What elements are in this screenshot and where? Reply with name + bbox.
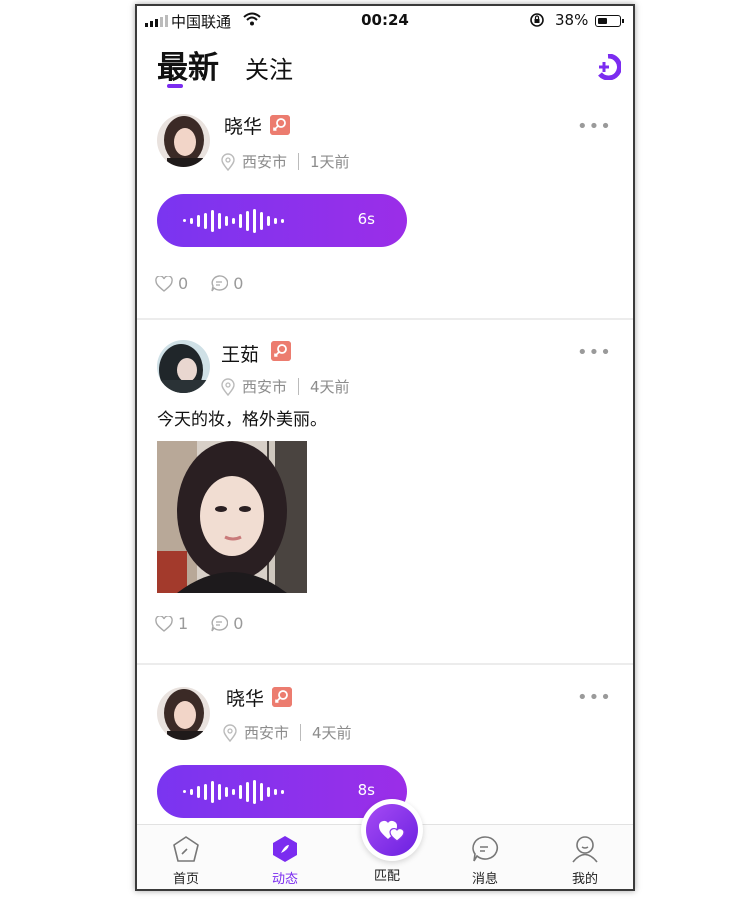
time-ago: 4天前 xyxy=(312,724,352,742)
post-text: 今天的妆，格外美丽。 xyxy=(157,410,327,430)
tab-moments-label: 动态 xyxy=(271,872,298,887)
username[interactable]: 王茹 xyxy=(221,340,259,367)
tab-messages[interactable]: 消息 xyxy=(455,833,515,887)
moments-icon xyxy=(273,836,297,862)
female-icon xyxy=(272,687,292,707)
post-actions: 0 0 xyxy=(155,274,265,293)
avatar[interactable] xyxy=(157,114,210,167)
post-meta: 西安市 1天前 xyxy=(221,151,350,172)
comment-count: 0 xyxy=(233,614,244,633)
comment-count: 0 xyxy=(233,274,244,293)
feed-list: 晓华 西安市 1天前 ••• 6s 0 0 王茹 西安市 4天前 ••• 今天的… xyxy=(137,94,633,865)
voice-message[interactable]: 6s xyxy=(157,194,407,247)
message-icon xyxy=(472,836,499,862)
post-photo[interactable] xyxy=(157,441,307,593)
lock-rotation-icon xyxy=(530,13,544,27)
bottom-tab-bar: 首页 动态 匹配 消息 我的 xyxy=(137,799,633,889)
comment-button[interactable]: 0 xyxy=(210,274,243,293)
location-text: 西安市 xyxy=(244,724,290,742)
like-button[interactable]: 1 xyxy=(155,614,188,633)
tab-moments[interactable]: 动态 xyxy=(255,833,315,887)
like-count: 1 xyxy=(178,614,189,633)
top-tabs: 最新 关注 xyxy=(137,36,633,94)
publish-icon[interactable] xyxy=(595,54,621,80)
heart-icon xyxy=(155,275,173,292)
more-icon[interactable]: ••• xyxy=(577,116,612,137)
tab-home-label: 首页 xyxy=(172,872,199,887)
location-text: 西安市 xyxy=(242,378,288,396)
match-button[interactable] xyxy=(361,799,423,861)
status-bar: 中国联通 00:24 38% xyxy=(137,6,633,36)
username[interactable]: 晓华 xyxy=(224,112,262,139)
voice-duration: 8s xyxy=(357,781,375,799)
battery-percent: 38% xyxy=(555,11,589,29)
time-ago: 4天前 xyxy=(310,378,350,396)
female-icon xyxy=(271,341,291,361)
more-icon[interactable]: ••• xyxy=(577,687,612,708)
post-actions: 1 0 xyxy=(155,614,265,633)
phone-screen: 中国联通 00:24 38% 最新 关注 晓华 西安市 1天前 ••• 6s 0… xyxy=(135,4,635,891)
avatar[interactable] xyxy=(157,340,210,393)
like-button[interactable]: 0 xyxy=(155,274,188,293)
comment-button[interactable]: 0 xyxy=(210,614,243,633)
waveform-icon xyxy=(183,208,284,233)
username[interactable]: 晓华 xyxy=(226,684,264,711)
tab-mine[interactable]: 我的 xyxy=(555,833,615,887)
battery-icon xyxy=(595,15,624,27)
more-icon[interactable]: ••• xyxy=(577,342,612,363)
comment-icon xyxy=(211,615,229,632)
location-pin-icon xyxy=(221,377,235,396)
female-icon xyxy=(270,115,290,135)
post-meta: 西安市 4天前 xyxy=(223,722,352,743)
like-count: 0 xyxy=(178,274,189,293)
heart-icon xyxy=(155,615,173,632)
tab-match-label: 匹配 xyxy=(373,869,400,884)
time-ago: 1天前 xyxy=(310,153,350,171)
tab-messages-label: 消息 xyxy=(471,872,498,887)
location-pin-icon xyxy=(221,152,235,171)
post-meta: 西安市 4天前 xyxy=(221,376,350,397)
match-hearts-icon xyxy=(379,821,405,842)
home-icon xyxy=(173,836,199,862)
tab-match[interactable]: 匹配 xyxy=(357,865,417,884)
profile-icon xyxy=(572,836,598,863)
active-tab-indicator xyxy=(167,84,183,88)
voice-duration: 6s xyxy=(357,210,375,228)
location-text: 西安市 xyxy=(242,153,288,171)
avatar[interactable] xyxy=(157,687,210,740)
tab-mine-label: 我的 xyxy=(571,872,598,887)
post-card[interactable]: 王茹 西安市 4天前 ••• 今天的妆，格外美丽。 1 0 xyxy=(137,319,633,664)
comment-icon xyxy=(211,275,229,292)
location-pin-icon xyxy=(223,723,237,742)
tab-follow[interactable]: 关注 xyxy=(245,50,293,85)
tab-latest[interactable]: 最新 xyxy=(157,42,219,87)
tab-home[interactable]: 首页 xyxy=(156,833,216,887)
waveform-icon xyxy=(183,779,284,804)
post-card[interactable]: 晓华 西安市 1天前 ••• 6s 0 0 xyxy=(137,94,633,319)
